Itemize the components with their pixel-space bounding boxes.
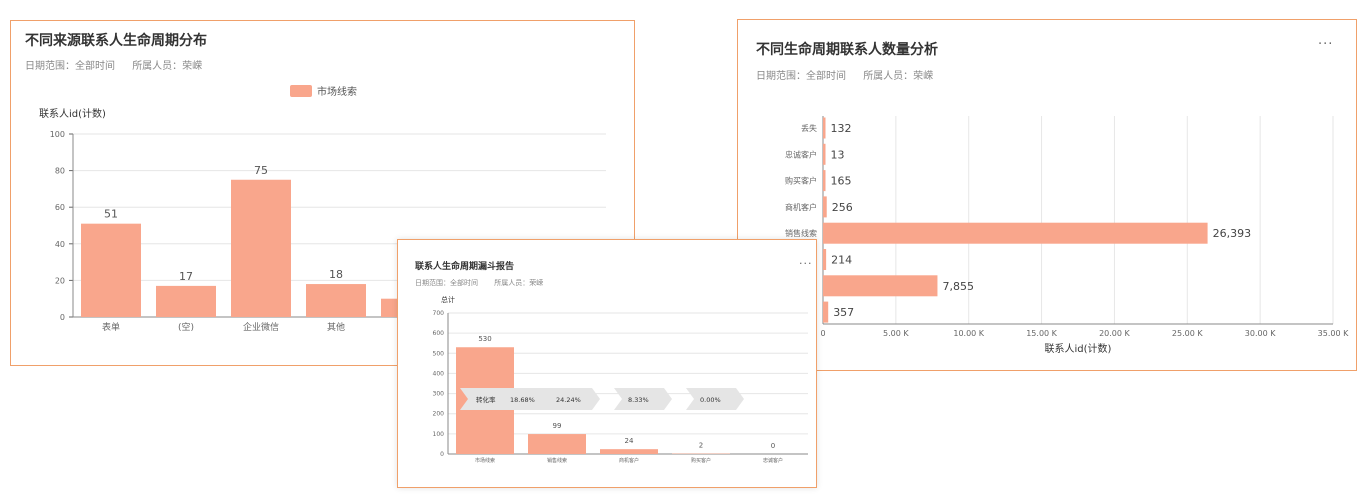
bar	[156, 285, 216, 317]
x-tick-label: 20.00 K	[1099, 329, 1130, 338]
y-tick-label: 忠诚客户	[785, 149, 817, 159]
x-tick-label: 购买客户	[691, 457, 711, 464]
x-tick-label: 表单	[102, 321, 120, 333]
y-axis-label: 总计	[441, 295, 455, 304]
data-label: 75	[254, 164, 268, 177]
data-label: 26,393	[1213, 227, 1252, 240]
lifecycle-count-card: 不同生命周期联系人数量分析 ··· 日期范围：全部时间 所属人员：荣嵘 联系人i…	[737, 19, 1357, 371]
conversion-arrow	[460, 388, 556, 410]
bar	[823, 301, 829, 323]
y-tick-label: 200	[433, 411, 445, 418]
data-label: 214	[831, 254, 852, 267]
bar	[823, 275, 938, 297]
data-label: 18	[329, 268, 343, 281]
x-tick-label: 企业微信	[243, 321, 279, 333]
x-tick-label: 10.00 K	[953, 329, 984, 338]
data-label: 24	[625, 437, 634, 445]
horizontal-bar-chart: 联系人id(计数) 0 5.00 K 10.00 K 15.00 K 20.00 K 25…	[785, 116, 1349, 355]
y-tick-label: 700	[433, 310, 445, 317]
y-tick-label: 100	[50, 130, 65, 139]
data-label: 530	[478, 335, 491, 343]
bar	[600, 449, 658, 454]
data-label: 17	[179, 270, 193, 283]
y-tick-label: 20	[55, 276, 65, 285]
data-label: 256	[832, 201, 853, 214]
x-tick-label: 35.00 K	[1318, 329, 1349, 338]
y-tick-label: 销售线索	[785, 228, 817, 238]
x-tick-label: (空)	[178, 321, 194, 333]
y-tick-label: 500	[433, 350, 445, 357]
y-axis-label: 联系人id(计数)	[39, 107, 106, 120]
y-tick-label: 100	[433, 431, 445, 438]
bar	[306, 284, 366, 317]
data-label: 0	[771, 442, 775, 450]
bar	[231, 179, 291, 317]
x-tick-label: 商机客户	[619, 457, 639, 464]
bar	[528, 434, 586, 454]
data-label: 357	[833, 306, 854, 319]
data-label: 99	[553, 422, 562, 430]
x-tick-label: 其他	[327, 321, 345, 333]
x-tick-label: 市场线索	[475, 457, 495, 464]
bar	[823, 117, 826, 139]
y-tick-label: 400	[433, 370, 445, 377]
legend-swatch[interactable]	[290, 85, 312, 97]
conversion-rate: 8.33%	[628, 396, 649, 404]
x-tick-label: 30.00 K	[1245, 329, 1276, 338]
x-tick-label: 销售线索	[547, 457, 567, 464]
y-tick-label: 60	[55, 203, 65, 212]
data-label: 51	[104, 208, 118, 221]
x-axis-label: 联系人id(计数)	[1045, 342, 1112, 355]
y-tick-label: 丢失	[801, 123, 817, 133]
bar	[823, 170, 826, 192]
x-tick-label: 15.00 K	[1026, 329, 1057, 338]
bar	[823, 196, 827, 218]
y-tick-label: 0	[60, 313, 65, 322]
conversion-label: 转化率	[476, 395, 496, 404]
data-label: 7,855	[942, 280, 974, 293]
conversion-rate: 24.24%	[556, 396, 581, 404]
x-tick-label: 5.00 K	[883, 329, 909, 338]
y-tick-label: 600	[433, 330, 445, 337]
y-tick-label: 80	[55, 167, 65, 176]
legend-label[interactable]: 市场线索	[317, 85, 357, 98]
y-tick-label: 商机客户	[785, 202, 817, 212]
y-tick-label: 300	[433, 391, 445, 398]
data-label: 13	[831, 148, 845, 161]
x-tick-label: 0	[820, 329, 825, 338]
bar	[823, 143, 826, 165]
data-label: 2	[699, 442, 703, 450]
y-tick-label: 购买客户	[785, 176, 817, 186]
bar	[823, 249, 827, 270]
data-label: 165	[831, 175, 852, 188]
conversion-rate: 18.68%	[510, 396, 535, 404]
y-tick-label: 40	[55, 240, 65, 249]
bar	[81, 223, 141, 317]
funnel-bar-chart: 总计 0 100 200 300 400 500 600 700 530 市场线索 99 销售线索 24…	[433, 295, 808, 464]
data-label: 132	[831, 122, 852, 135]
x-tick-label: 25.00 K	[1172, 329, 1203, 338]
x-tick-label: 忠诚客户	[763, 457, 783, 464]
y-tick-label: 0	[440, 451, 444, 458]
bar	[823, 222, 1208, 244]
lifecycle-funnel-card: 联系人生命周期漏斗报告 ··· 日期范围：全部时间 所属人员：荣嵘 总计 0 10…	[397, 239, 817, 488]
conversion-rate: 0.00%	[700, 396, 721, 404]
